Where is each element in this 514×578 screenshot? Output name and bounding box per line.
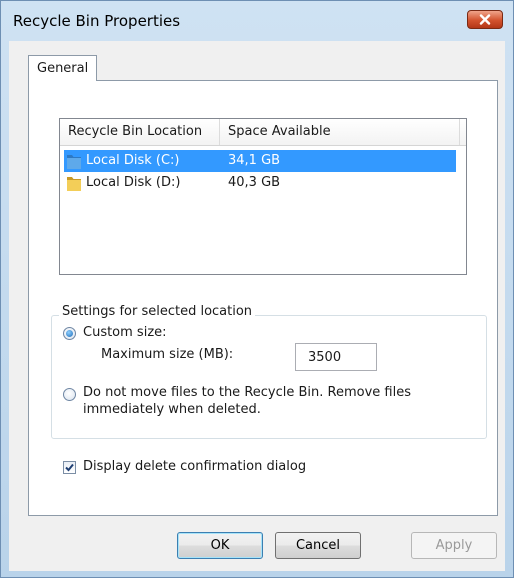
do-not-move-label[interactable]: Do not move files to the Recycle Bin. Re… bbox=[83, 385, 411, 400]
do-not-move-label-continued[interactable]: immediately when deleted. bbox=[83, 402, 261, 417]
display-confirmation-checkbox[interactable] bbox=[63, 461, 76, 474]
radio-selected-dot bbox=[66, 330, 73, 337]
settings-group-label: Settings for selected location bbox=[59, 304, 256, 319]
general-tab-panel: Recycle Bin Location Space Available Loc… bbox=[28, 80, 498, 516]
custom-size-radio[interactable] bbox=[63, 327, 76, 340]
list-item-local-disk-c[interactable]: Local Disk (C:) 34,1 GB bbox=[64, 150, 456, 172]
custom-size-label[interactable]: Custom size: bbox=[83, 325, 167, 340]
title-bar[interactable]: Recycle Bin Properties bbox=[1, 1, 513, 41]
do-not-move-radio[interactable] bbox=[63, 388, 76, 401]
maximum-size-label: Maximum size (MB): bbox=[101, 347, 234, 362]
ok-button[interactable]: OK bbox=[177, 532, 263, 559]
column-header-space[interactable]: Space Available bbox=[220, 119, 460, 145]
dialog-client-area: General Recycle Bin Location Space Avail… bbox=[9, 41, 505, 571]
space-available: 34,1 GB bbox=[228, 153, 281, 168]
list-header: Recycle Bin Location Space Available bbox=[60, 119, 466, 146]
apply-button[interactable]: Apply bbox=[411, 532, 497, 559]
tab-general-label: General bbox=[37, 61, 89, 76]
location-name: Local Disk (C:) bbox=[86, 153, 180, 168]
cancel-button[interactable]: Cancel bbox=[275, 532, 361, 559]
recycle-bin-location-list[interactable]: Recycle Bin Location Space Available Loc… bbox=[59, 118, 467, 275]
tab-general[interactable]: General bbox=[28, 55, 98, 81]
close-button[interactable] bbox=[467, 10, 503, 29]
drive-folder-icon bbox=[67, 155, 81, 169]
maximum-size-input[interactable] bbox=[295, 343, 377, 371]
location-name: Local Disk (D:) bbox=[86, 175, 181, 190]
checkmark-icon bbox=[65, 463, 74, 472]
column-header-location[interactable]: Recycle Bin Location bbox=[60, 119, 220, 145]
list-item-local-disk-d[interactable]: Local Disk (D:) 40,3 GB bbox=[64, 172, 456, 194]
close-x-icon bbox=[479, 14, 491, 25]
recycle-bin-properties-window: Recycle Bin Properties General Recycle B… bbox=[0, 0, 514, 578]
window-title: Recycle Bin Properties bbox=[13, 12, 181, 30]
space-available: 40,3 GB bbox=[228, 175, 281, 190]
drive-folder-icon bbox=[67, 177, 81, 191]
display-confirmation-label[interactable]: Display delete confirmation dialog bbox=[83, 459, 306, 474]
